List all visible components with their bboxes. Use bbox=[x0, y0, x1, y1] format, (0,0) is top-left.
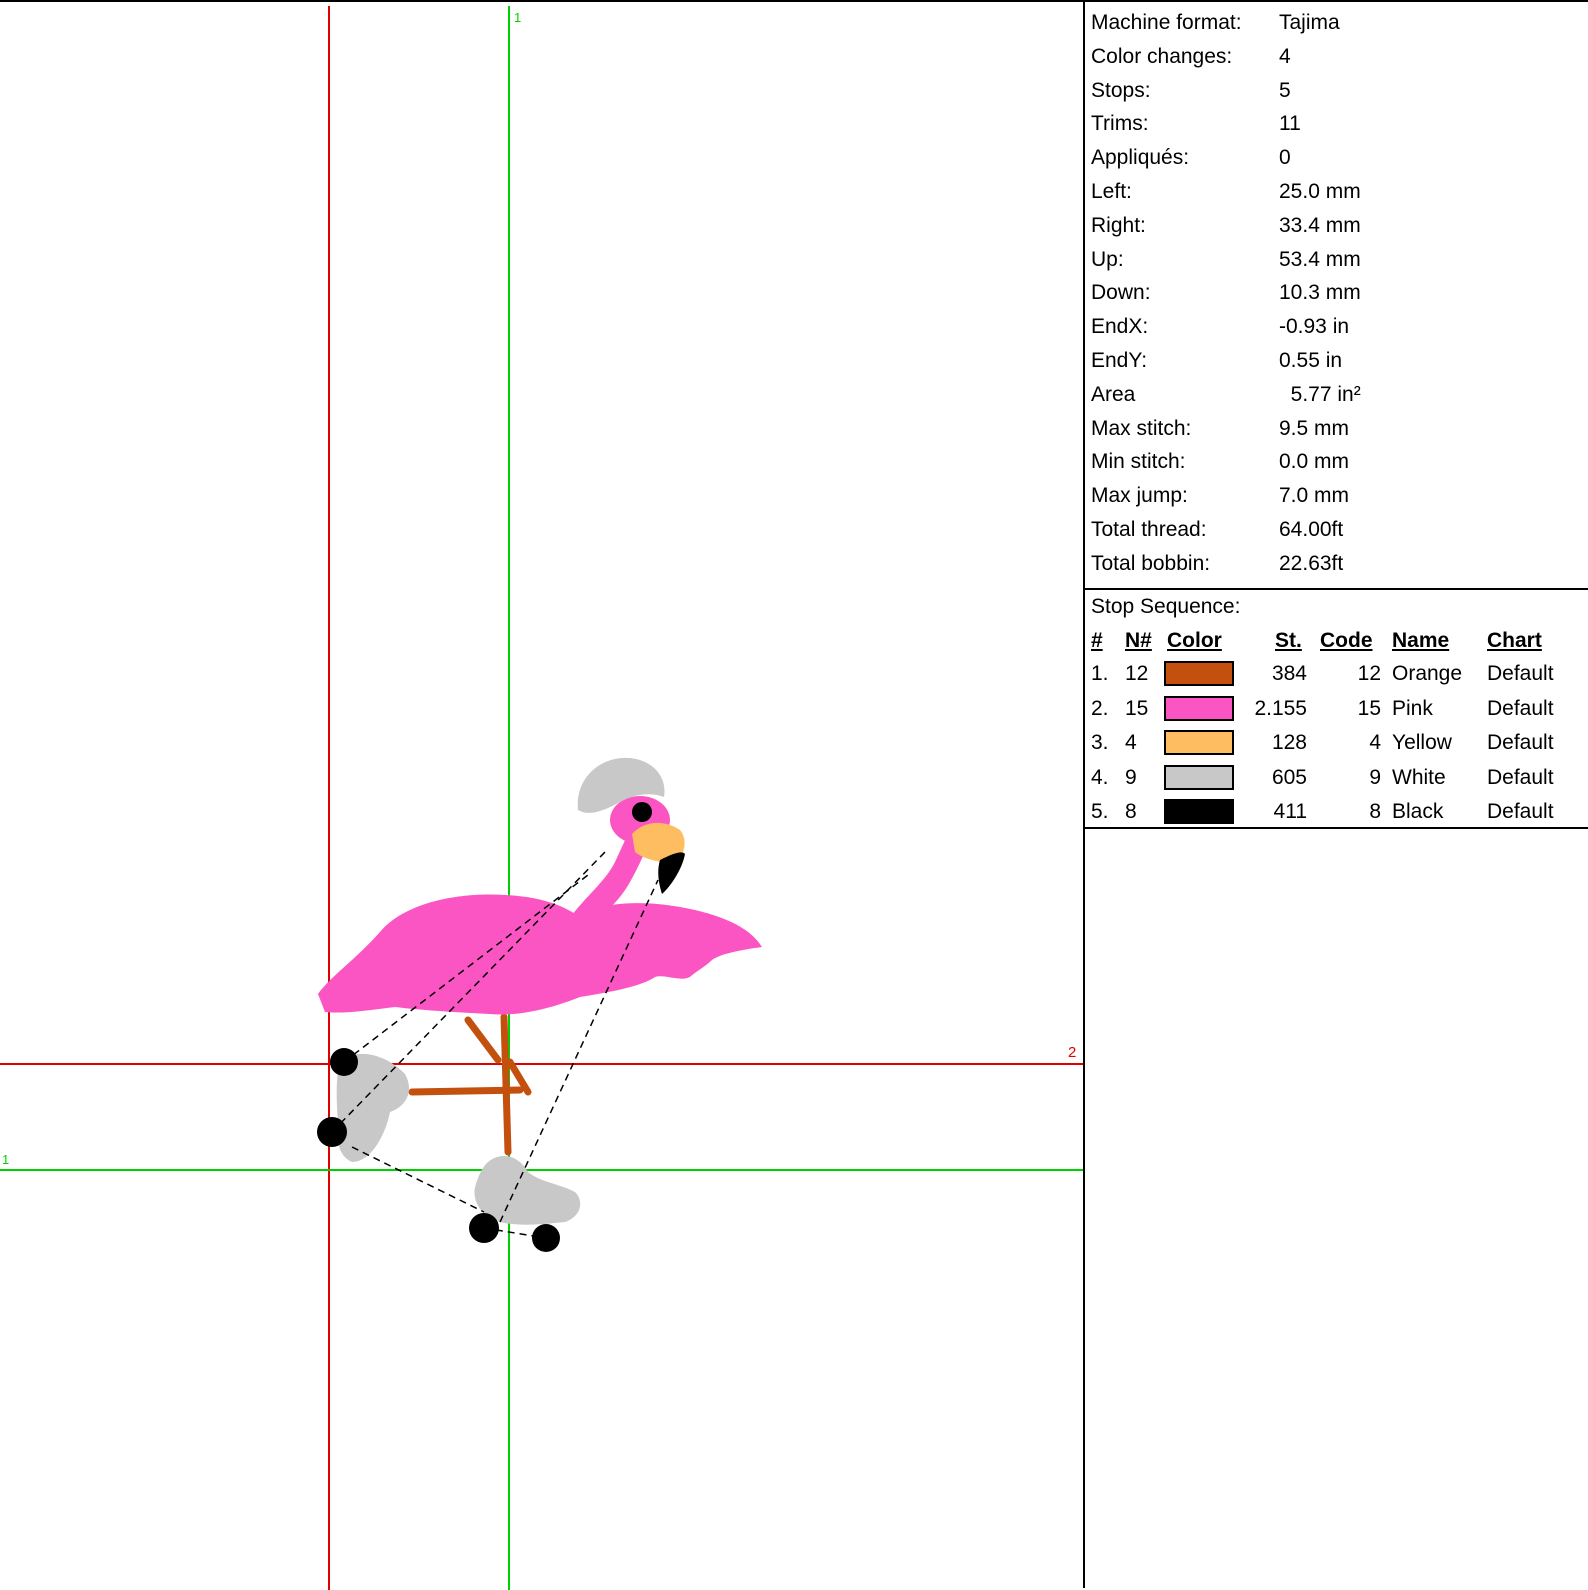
row-stitches: 128 bbox=[1271, 731, 1307, 754]
row-code: 4 bbox=[1369, 731, 1381, 754]
col-header-color: Color bbox=[1167, 629, 1222, 652]
stat-label: Total bobbin: bbox=[1091, 551, 1211, 575]
design-info-panel: Machine format: Tajima Color changes: 4 Stop… bbox=[1083, 0, 1588, 1588]
row-needle: 15 bbox=[1125, 696, 1149, 720]
stat-label: Min stitch: bbox=[1091, 450, 1186, 474]
row-stitches: 605 bbox=[1271, 765, 1307, 789]
stat-label: Max jump: bbox=[1091, 484, 1188, 508]
stat-value: 64.00ft bbox=[1279, 518, 1344, 541]
row-num: 2. bbox=[1091, 696, 1109, 720]
row-needle: 4 bbox=[1125, 731, 1137, 754]
stat-label: EndX: bbox=[1091, 315, 1149, 339]
col-header-stitches: St. bbox=[1275, 629, 1302, 652]
green-horizontal-guide-label: 1 bbox=[2, 1152, 9, 1167]
stat-value: 25.0 mm bbox=[1279, 180, 1361, 203]
embroidery-design-view[interactable]: 1 1 2 bbox=[0, 2, 1083, 1590]
row-color-name: Pink bbox=[1392, 696, 1433, 720]
row-num: 4. bbox=[1091, 765, 1109, 789]
row-num: 3. bbox=[1091, 731, 1109, 754]
sequence-divider bbox=[1085, 827, 1588, 829]
stat-label: Appliqués: bbox=[1091, 146, 1190, 170]
stats-divider bbox=[1085, 588, 1588, 590]
design-canvas[interactable]: 1 1 2 bbox=[0, 0, 1083, 1590]
row-stitches: 411 bbox=[1273, 800, 1307, 823]
row-stitches: 2.155 bbox=[1254, 696, 1307, 720]
col-header-needle: N# bbox=[1125, 629, 1152, 652]
col-header-chart: Chart bbox=[1487, 629, 1542, 652]
stat-label: Left: bbox=[1091, 180, 1132, 203]
row-color-name: Orange bbox=[1392, 662, 1463, 685]
stat-label: Total thread: bbox=[1091, 518, 1207, 541]
row-chart: Default bbox=[1487, 765, 1554, 789]
stat-value: 0.55 in bbox=[1279, 349, 1343, 372]
stat-value: 10.3 mm bbox=[1279, 281, 1361, 305]
row-chart: Default bbox=[1487, 696, 1554, 720]
col-header-code: Code bbox=[1320, 629, 1373, 652]
row-code: 8 bbox=[1369, 800, 1381, 823]
stat-label: Area bbox=[1091, 382, 1136, 406]
stat-value: 0 bbox=[1279, 146, 1291, 170]
helmet-strap-stitches bbox=[632, 802, 652, 822]
color-swatch bbox=[1164, 764, 1234, 790]
green-vertical-guide-label: 1 bbox=[514, 10, 521, 25]
color-swatch bbox=[1164, 799, 1234, 824]
stat-label: Machine format: bbox=[1091, 11, 1242, 34]
row-stitches: 384 bbox=[1271, 662, 1307, 685]
row-chart: Default bbox=[1487, 800, 1554, 823]
stat-value: 53.4 mm bbox=[1279, 247, 1361, 271]
stat-label: Up: bbox=[1091, 247, 1124, 271]
row-needle: 8 bbox=[1125, 800, 1137, 823]
stat-label: Right: bbox=[1091, 213, 1146, 237]
stat-label: Max stitch: bbox=[1091, 416, 1192, 440]
stat-value: 4 bbox=[1279, 44, 1291, 68]
stat-value: 9.5 mm bbox=[1279, 416, 1350, 440]
row-code: 12 bbox=[1357, 662, 1381, 685]
stat-value: 5 bbox=[1279, 78, 1291, 102]
stat-label: Trims: bbox=[1091, 112, 1149, 136]
row-color-name: Black bbox=[1392, 800, 1444, 823]
leg-stitches bbox=[408, 1013, 532, 1156]
row-code: 9 bbox=[1369, 765, 1381, 789]
row-needle: 12 bbox=[1125, 662, 1149, 685]
row-color-name: Yellow bbox=[1392, 731, 1452, 754]
red-horizontal-guide-label: 2 bbox=[1068, 1044, 1076, 1061]
stat-value: Tajima bbox=[1279, 11, 1340, 34]
col-header-num: # bbox=[1091, 629, 1103, 652]
stat-value: 0.0 mm bbox=[1279, 450, 1350, 474]
stat-label: Color changes: bbox=[1091, 44, 1233, 68]
color-swatch bbox=[1164, 695, 1234, 721]
stat-value: 33.4 mm bbox=[1279, 213, 1361, 237]
stat-value: 22.63ft bbox=[1279, 551, 1344, 575]
row-chart: Default bbox=[1487, 731, 1554, 754]
stat-value: -0.93 in bbox=[1279, 315, 1350, 339]
row-color-name: White bbox=[1392, 765, 1446, 789]
row-num: 1. bbox=[1091, 662, 1109, 685]
row-code: 15 bbox=[1357, 696, 1381, 720]
color-swatch bbox=[1164, 730, 1234, 755]
row-chart: Default bbox=[1487, 662, 1554, 685]
stat-label: Stops: bbox=[1091, 78, 1151, 102]
stat-label: EndY: bbox=[1091, 349, 1148, 372]
row-needle: 9 bbox=[1125, 765, 1137, 789]
col-header-name: Name bbox=[1392, 629, 1450, 652]
stat-value: 5.77 in² bbox=[1279, 382, 1361, 406]
flamingo-design-graphic bbox=[317, 757, 762, 1252]
stat-label: Down: bbox=[1091, 281, 1151, 305]
color-swatch bbox=[1164, 661, 1234, 686]
stat-value: 11 bbox=[1279, 112, 1301, 136]
stop-sequence-title: Stop Sequence: bbox=[1091, 595, 1241, 618]
row-num: 5. bbox=[1091, 800, 1109, 823]
stat-value: 7.0 mm bbox=[1279, 484, 1350, 508]
